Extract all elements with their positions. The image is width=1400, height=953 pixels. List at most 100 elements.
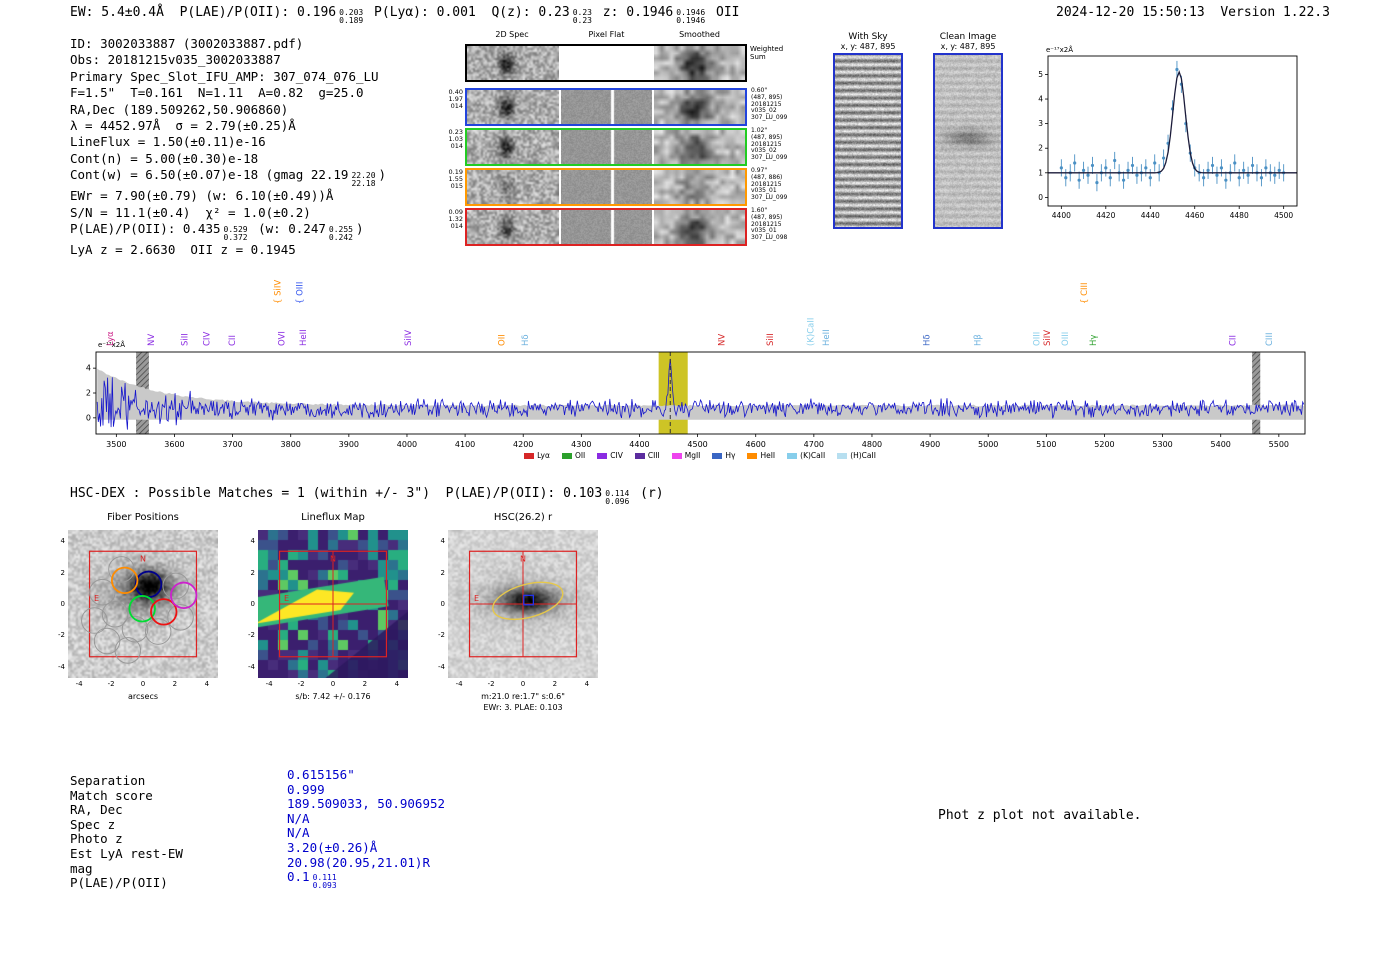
- x-tick-label: 4900: [920, 440, 940, 449]
- y-tick-label: 2: [51, 569, 65, 577]
- legend-label: CIV: [610, 451, 623, 460]
- line-label-CII: CII: [1228, 335, 1238, 346]
- fiber-weight-label: 0.401.97014: [443, 89, 463, 111]
- y-tick-label: -2: [241, 631, 255, 639]
- match-field-value: N/A: [287, 811, 310, 826]
- stacked-value: 0.19460.1946: [676, 9, 705, 25]
- x-tick-label: 5100: [1036, 440, 1056, 449]
- cutout-xlabel: arcsecs: [58, 692, 228, 701]
- fiber-weight-label: 0.191.55015: [443, 169, 463, 191]
- info-line: λ = 4452.97Å σ = 2.79(±0.25)Å: [70, 118, 386, 134]
- text-segment: LineFlux = 1.50(±0.11)e-16: [70, 134, 266, 149]
- info-line: LyA z = 2.6630 OII z = 0.1945: [70, 242, 386, 258]
- line-label-SiII: SiII: [180, 333, 190, 346]
- match-field-label: mag: [70, 861, 93, 876]
- data-point: [1091, 164, 1094, 167]
- x-tick-label: 0: [514, 680, 532, 688]
- info-line: P(LAE)/P(OII): 0.4350.5290.372 (w: 0.247…: [70, 221, 386, 242]
- line-label-Hβ: Hβ: [974, 334, 984, 346]
- legend-swatch: [635, 453, 645, 459]
- legend-label: MgII: [685, 451, 701, 460]
- data-point: [1095, 181, 1098, 184]
- line-label-OIII: OIII: [1061, 332, 1071, 346]
- cutout-hsc-r: NE: [448, 530, 598, 678]
- info-line: Primary Spec_Slot_IFU_AMP: 307_074_076_L…: [70, 69, 386, 85]
- spec2d-col-title: 2D Spec: [465, 30, 559, 39]
- x-tick-label: 4300: [571, 440, 591, 449]
- line-label-SiIV: SiIV: [1043, 330, 1053, 346]
- legend-item: CIV: [597, 451, 623, 460]
- info-line: F=1.5" T=0.161 N=1.11 A=0.82 g=25.0: [70, 85, 386, 101]
- spec2d-smoothed-image: [654, 210, 745, 244]
- info-line: Cont(n) = 5.00(±0.30)e-18: [70, 151, 386, 167]
- legend-item: CIII: [635, 451, 660, 460]
- fiber-circle: [82, 608, 108, 634]
- legend-swatch: [747, 453, 757, 459]
- spec2d-pixelflat-image: [561, 170, 652, 204]
- x-tick-label: 4480: [1230, 211, 1249, 220]
- summary-header: EW: 5.4±0.4Å P(LAE)/P(OII): 0.1960.2030.…: [70, 5, 739, 25]
- y-tick-label: 0: [1038, 193, 1043, 202]
- spec2d-panel: 2D SpecPixel FlatSmoothedWeighted Sum0.4…: [443, 28, 811, 254]
- data-point: [1175, 68, 1178, 71]
- weighted-sum-label: Weighted Sum: [750, 46, 798, 61]
- data-point: [1233, 161, 1236, 164]
- x-tick-label: 5200: [1094, 440, 1114, 449]
- plot-frame: [96, 352, 1305, 434]
- cutout-title-lineflux-map: Lineflux Map: [248, 512, 418, 523]
- y-tick-label: 2: [1038, 144, 1043, 153]
- spec2d-pixelflat-image: [561, 210, 652, 244]
- data-point: [1215, 174, 1218, 177]
- y-tick-label: 2: [86, 389, 91, 398]
- x-tick-label: 4400: [629, 440, 649, 449]
- data-point: [1162, 156, 1165, 159]
- fiber-weight-label: 0.091.32014: [443, 209, 463, 231]
- legend-label: Lyα: [537, 451, 550, 460]
- x-tick-label: 4500: [687, 440, 707, 449]
- spec2d-row: [465, 208, 747, 246]
- extraction-box: [90, 551, 197, 656]
- spec2d-smoothed-image: [654, 46, 745, 80]
- line-label-NV: NV: [147, 334, 157, 346]
- info-line: Obs: 20181215v035_3002033887: [70, 52, 386, 68]
- data-point: [1135, 174, 1138, 177]
- stacked-number: 0.242: [329, 234, 353, 242]
- data-point: [1144, 166, 1147, 169]
- x-tick-label: 4: [578, 680, 596, 688]
- text-segment: 3.20(±0.26)Å: [287, 840, 377, 855]
- zoom-spectrum-plot: 440044204440446044804500012345e⁻¹⁷x2Å: [1012, 40, 1304, 236]
- text-segment: Cont(n) = 5.00(±0.30)e-18: [70, 151, 258, 166]
- y-tick-label: -4: [241, 663, 255, 671]
- stacked-number: 0.372: [224, 234, 248, 242]
- x-tick-label: 4: [198, 680, 216, 688]
- data-point: [1104, 166, 1107, 169]
- y-tick-label: -2: [431, 631, 445, 639]
- legend-swatch: [837, 453, 847, 459]
- y-tick-label: 2: [241, 569, 255, 577]
- spectrum-legend: LyαOIICIVCIIIMgIIHγHeII(K)CaII(H)CaII: [420, 451, 980, 460]
- x-tick-label: 3900: [339, 440, 359, 449]
- x-tick-label: 2: [166, 680, 184, 688]
- stacked-number: 0.093: [313, 882, 337, 890]
- text-segment: OII: [708, 5, 739, 20]
- match-field-label: P(LAE)/P(OII): [70, 875, 168, 890]
- fiber-weight-line: 014: [443, 223, 463, 230]
- text-segment: 0.1: [287, 869, 310, 884]
- info-line: LineFlux = 1.50(±0.11)e-16: [70, 134, 386, 150]
- line-label-OII: OII: [498, 334, 508, 346]
- match-field-label: Est LyA rest-EW: [70, 846, 183, 861]
- spec2d-row: [465, 168, 747, 206]
- info-line: RA,Dec (189.509262,50.906860): [70, 102, 386, 118]
- data-point: [1260, 176, 1263, 179]
- y-tick-label: 4: [51, 537, 65, 545]
- text-segment: 0.615156": [287, 767, 355, 782]
- x-tick-label: 4100: [455, 440, 475, 449]
- text-segment: Primary Spec_Slot_IFU_AMP: 307_074_076_L…: [70, 69, 379, 84]
- line-label-SiII: SiII: [766, 333, 776, 346]
- line-label-CIV: CIV: [202, 332, 212, 346]
- spec2d-row: [465, 44, 747, 82]
- cutout-xlabel: s/b: 7.42 +/- 0.176: [248, 692, 418, 701]
- stacked-value: 0.5290.372: [224, 226, 248, 242]
- data-point: [1086, 174, 1089, 177]
- legend-item: Lyα: [524, 451, 550, 460]
